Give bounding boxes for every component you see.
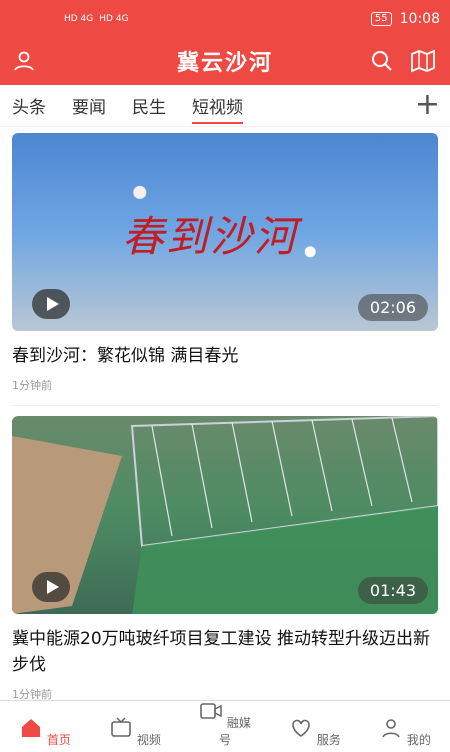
nav-label: 视频 [136, 733, 161, 747]
tab-yaowen[interactable]: 要闻 [72, 85, 106, 126]
tab-toutiao[interactable]: 头条 [12, 85, 46, 126]
nav-rongmeihao[interactable]: 融媒号 [195, 699, 255, 748]
nav-label: 首页 [46, 733, 71, 747]
video-title[interactable]: 冀中能源20万吨玻纤项目复工建设 推动转型升级迈出新步伐 [12, 626, 438, 678]
nav-service[interactable]: 服务 [285, 716, 345, 748]
user-icon [382, 719, 400, 738]
video-thumbnail[interactable]: 春到沙河 02:06 [12, 133, 438, 331]
nav-label: 我的 [406, 733, 431, 747]
bottom-navigation: 首页 视频 融媒号 服务 我的 [0, 700, 450, 752]
tab-bar: 头条 要闻 民生 短视频 + [0, 85, 450, 127]
add-tab-button[interactable]: + [415, 90, 440, 120]
video-card[interactable]: 01:43 冀中能源20万吨玻纤项目复工建设 推动转型升级迈出新步伐 1分钟前 [0, 416, 450, 715]
video-card[interactable]: 春到沙河 02:06 春到沙河：繁花似锦 满目春光 1分钟前 [0, 133, 450, 406]
battery-indicator: 55 [370, 11, 392, 26]
video-time: 1分钟前 [12, 377, 438, 406]
status-bar: HD 4G HD 4G 55 10:08 [0, 0, 450, 37]
thumbnail-overlay-text: 春到沙河 [122, 212, 299, 261]
video-duration: 02:06 [357, 294, 428, 321]
app-header: 冀云沙河 [0, 37, 450, 85]
network-1: HD 4G [64, 13, 94, 24]
network-indicators: HD 4G HD 4G [64, 14, 129, 24]
tv-icon [111, 717, 131, 737]
clock: 10:08 [399, 10, 440, 27]
nav-label: 服务 [316, 733, 341, 747]
tab-minsheng[interactable]: 民生 [132, 85, 166, 126]
play-button[interactable] [32, 572, 70, 602]
video-title[interactable]: 春到沙河：繁花似锦 满目春光 [12, 343, 438, 369]
video-thumbnail[interactable]: 01:43 [12, 416, 438, 614]
heart-icon [292, 719, 310, 737]
nav-label: 融媒号 [218, 716, 251, 747]
network-2: HD 4G [99, 13, 129, 24]
map-icon[interactable] [410, 49, 436, 73]
nav-video[interactable]: 视频 [105, 716, 165, 748]
status-right: 55 10:08 [370, 10, 440, 27]
video-icon [200, 703, 222, 719]
video-duration: 01:43 [357, 577, 428, 604]
nav-mine[interactable]: 我的 [375, 716, 435, 748]
home-icon [22, 719, 41, 737]
search-icon[interactable] [370, 49, 394, 73]
play-button[interactable] [32, 289, 70, 319]
nav-home[interactable]: 首页 [15, 716, 75, 748]
tab-short-video[interactable]: 短视频 [192, 85, 243, 126]
